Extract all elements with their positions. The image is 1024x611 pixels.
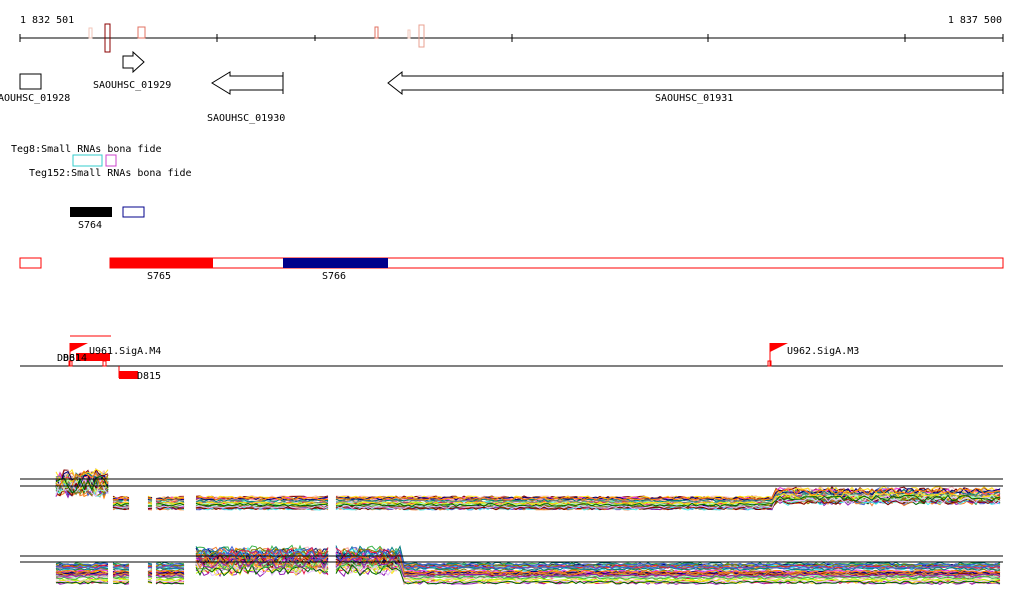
feature-s764-label: S764 <box>78 220 102 231</box>
coordinate-ruler: 1 832 501 1 837 500 <box>19 15 1004 53</box>
promoter-d815-label: D815 <box>137 371 161 382</box>
feature-s766[interactable] <box>283 258 388 268</box>
feature-s764[interactable] <box>70 207 112 217</box>
promoter-d815[interactable]: D815 <box>118 366 161 382</box>
teg8-track-label: Teg8:Small RNAs bona fide <box>11 144 162 155</box>
genome-browser-view: 1 832 501 1 837 500 SAOUHSC_01928 SAOUHS… <box>0 15 1004 585</box>
promoter-d814-label: D814 <box>63 353 87 364</box>
feature-s766-label: S766 <box>322 271 346 282</box>
expression-line <box>147 497 153 500</box>
ruler-end-label: 1 837 500 <box>948 15 1002 26</box>
gene-label: SAOUHSC_01931 <box>655 93 733 104</box>
expression-profile-track-1 <box>20 468 1003 511</box>
feature-s765-label: S765 <box>147 271 171 282</box>
feature-s765[interactable] <box>110 258 213 268</box>
feature-s764-partner[interactable] <box>122 206 145 218</box>
gene-saouhsc-01930[interactable]: SAOUHSC_01930 <box>207 71 285 124</box>
transcript-span[interactable] <box>109 257 1004 269</box>
gene-track: SAOUHSC_01928 SAOUHSC_01929 SAOUHSC_0193… <box>0 50 1004 124</box>
srna-tracks: Teg8:Small RNAs bona fide Teg152:Small R… <box>11 144 192 179</box>
ruler-start-label: 1 832 501 <box>20 15 74 26</box>
gene-label: SAOUHSC_01930 <box>207 113 285 124</box>
feature-s764-group: S764 <box>70 206 145 231</box>
expression-profile-track-2 <box>20 544 1003 585</box>
expression-line <box>147 563 153 566</box>
gene-saouhsc-01928[interactable]: SAOUHSC_01928 <box>0 73 70 104</box>
gene-label: SAOUHSC_01928 <box>0 93 70 104</box>
expression-line <box>335 546 1001 567</box>
promoter-track: U961.SigA.M4 D861 D814 D815 U962.SigA.M3 <box>20 335 1003 382</box>
transcript-fragment[interactable] <box>19 257 42 269</box>
transcript-track: S765 S766 <box>19 257 1004 282</box>
promoter-u962-label: U962.SigA.M3 <box>787 346 859 357</box>
promoter-u962[interactable]: U962.SigA.M3 <box>767 343 859 367</box>
expression-line <box>147 566 153 569</box>
teg8-feature-2[interactable] <box>105 154 117 167</box>
promoter-u961-label: U961.SigA.M4 <box>89 346 161 357</box>
teg152-track-label: Teg152:Small RNAs bona fide <box>29 168 192 179</box>
gene-saouhsc-01931[interactable]: SAOUHSC_01931 <box>387 70 1004 104</box>
gene-label: SAOUHSC_01929 <box>93 80 171 91</box>
gene-saouhsc-01929[interactable]: SAOUHSC_01929 <box>93 50 171 91</box>
teg8-feature[interactable] <box>72 154 103 167</box>
